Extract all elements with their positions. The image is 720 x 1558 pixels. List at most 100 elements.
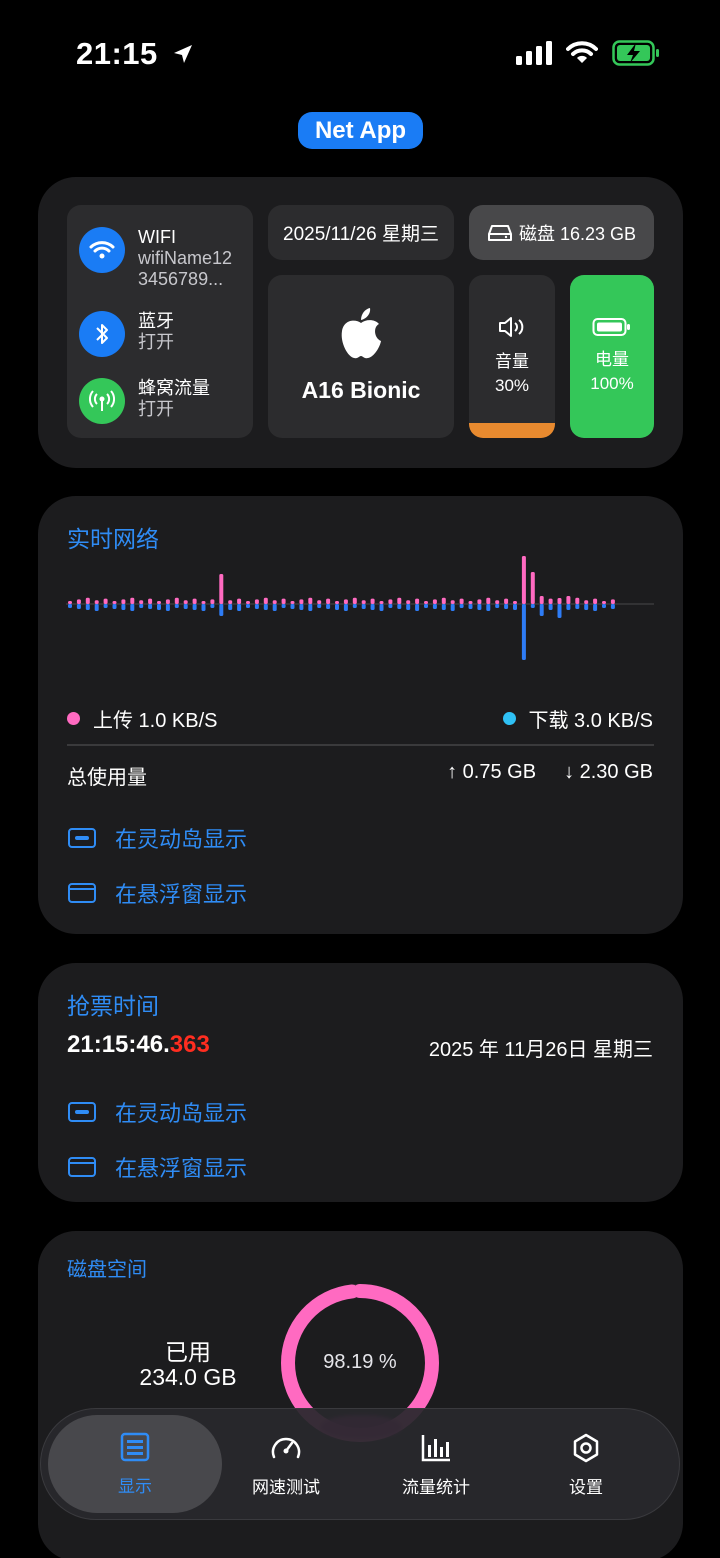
download-bar <box>468 604 473 609</box>
apple-logo-icon <box>341 308 381 359</box>
disk-used-value: 234.0 GB <box>139 1364 237 1390</box>
download-bar <box>183 604 188 609</box>
total-upload: ↑ 0.75 GB <box>447 761 537 783</box>
upload-bar <box>148 598 153 604</box>
cellular-title: 蜂窝流量 <box>138 378 210 398</box>
show-in-floating-window-button[interactable]: 在悬浮窗显示 <box>68 877 247 909</box>
download-bar <box>361 604 366 609</box>
download-bar <box>299 604 304 610</box>
battery-tile[interactable]: 电量 100% <box>570 275 654 438</box>
download-bar <box>281 604 286 608</box>
upload-bar <box>610 599 615 604</box>
battery-charging-icon <box>612 40 659 66</box>
upload-bar <box>76 599 81 604</box>
speaker-icon <box>499 317 524 337</box>
download-bar <box>237 604 242 611</box>
download-bar <box>308 604 313 611</box>
upload-bar <box>477 599 482 604</box>
upload-bar <box>121 599 126 604</box>
status-icons <box>516 40 660 66</box>
download-bar <box>76 604 81 609</box>
upload-bar <box>103 598 108 604</box>
download-bar <box>450 604 455 611</box>
network-traffic-chart <box>66 556 654 660</box>
download-bar <box>513 604 517 610</box>
upload-bar <box>548 598 553 604</box>
upload-rate: 上传 1.0 KB/S <box>93 710 218 732</box>
download-bar <box>326 604 331 609</box>
cellular-status: 打开 <box>138 399 174 419</box>
settings-icon <box>573 1433 599 1462</box>
download-bar <box>397 604 402 609</box>
app-title-badge: Net App <box>298 112 423 149</box>
download-bar <box>121 604 126 610</box>
download-bar <box>504 604 509 609</box>
chip-tile: A16 Bionic <box>268 275 454 438</box>
upload-bar <box>397 597 402 604</box>
upload-bar <box>424 601 428 604</box>
status-time: 21:15 <box>76 36 195 72</box>
upload-bar <box>513 601 517 604</box>
volume-tile[interactable]: 音量 30% <box>469 275 555 438</box>
download-bar <box>130 604 135 611</box>
download-dot-icon <box>502 712 516 725</box>
download-bar <box>379 604 384 611</box>
ticket-show-in-dynamic-island-button[interactable]: 在灵动岛显示 <box>68 1096 247 1128</box>
wifi-row[interactable]: WIFI wifiName12 3456789... <box>79 227 242 290</box>
download-bar <box>495 604 500 608</box>
download-bar <box>610 604 615 609</box>
tab-speed-test[interactable]: 网速测试 <box>211 1409 361 1521</box>
upload-dot-icon <box>67 712 80 725</box>
disk-title: 磁盘空间 <box>67 1259 147 1281</box>
disk-tile[interactable]: 磁盘 16.23 GB <box>469 205 654 260</box>
download-bar <box>477 604 482 610</box>
upload-bar <box>192 598 197 604</box>
total-download: ↓ 2.30 GB <box>564 761 653 783</box>
download-bar <box>317 604 322 608</box>
device-overview-card: WIFI wifiName12 3456789... 蓝牙 打开 蜂窝流量 打开… <box>38 177 683 468</box>
show-in-dynamic-island-button[interactable]: 在灵动岛显示 <box>68 822 247 854</box>
download-bar <box>539 604 544 616</box>
bluetooth-row[interactable]: 蓝牙 打开 <box>79 311 242 357</box>
tab-traffic-stats-label: 流量统计 <box>402 1477 470 1497</box>
upload-bar <box>174 597 179 604</box>
tab-settings-label: 设置 <box>569 1477 603 1497</box>
realtime-network-card: 实时网络 上传 1.0 KB/S 下载 3.0 KB/S 总使用量 ↑ 0.75… <box>38 496 683 934</box>
total-usage-label: 总使用量 <box>67 767 147 789</box>
tab-traffic-stats[interactable]: 流量统计 <box>361 1409 511 1521</box>
ticket-show-in-floating-window-button[interactable]: 在悬浮窗显示 <box>68 1151 247 1183</box>
upload-bar <box>406 600 411 604</box>
cellular-row[interactable]: 蜂窝流量 打开 <box>79 378 242 424</box>
upload-bar <box>299 599 304 604</box>
download-bar <box>201 604 206 611</box>
ticket-date: 2025 年 11月26日 星期三 <box>428 1039 653 1061</box>
download-bar <box>68 604 72 608</box>
tab-display[interactable]: 显示 <box>48 1415 222 1513</box>
download-bar <box>370 604 375 610</box>
ticket-title: 抢票时间 <box>67 993 159 1019</box>
ticket-show-in-dynamic-island-label: 在灵动岛显示 <box>115 1101 248 1126</box>
upload-bar <box>237 598 242 604</box>
upload-bar <box>602 601 606 604</box>
tab-settings[interactable]: 设置 <box>511 1409 661 1521</box>
ticket-show-in-floating-window-label: 在悬浮窗显示 <box>115 1156 248 1181</box>
volume-level-fill <box>469 423 555 438</box>
download-bar <box>263 604 268 610</box>
download-bar <box>165 604 170 611</box>
ticket-clock: 21:15:46.363 <box>67 1031 210 1059</box>
upload-bar <box>557 598 562 604</box>
ticket-time-card: 抢票时间 21:15:46.363 2025 年 11月26日 星期三 在灵动岛… <box>38 963 683 1202</box>
upload-bar <box>539 596 544 604</box>
bluetooth-status: 打开 <box>138 332 174 352</box>
download-bar <box>432 604 437 609</box>
speedometer-icon <box>271 1437 301 1458</box>
total-usage-values: ↑ 0.75 GB ↓ 2.30 GB <box>447 761 653 784</box>
download-bar <box>210 604 215 608</box>
tab-speed-test-label: 网速测试 <box>252 1477 320 1497</box>
floating-window-icon <box>68 1157 96 1177</box>
upload-bar <box>468 601 473 604</box>
upload-bar <box>263 597 268 604</box>
wifi-title: WIFI <box>138 227 176 247</box>
upload-bar <box>521 556 526 604</box>
divider <box>67 744 654 746</box>
